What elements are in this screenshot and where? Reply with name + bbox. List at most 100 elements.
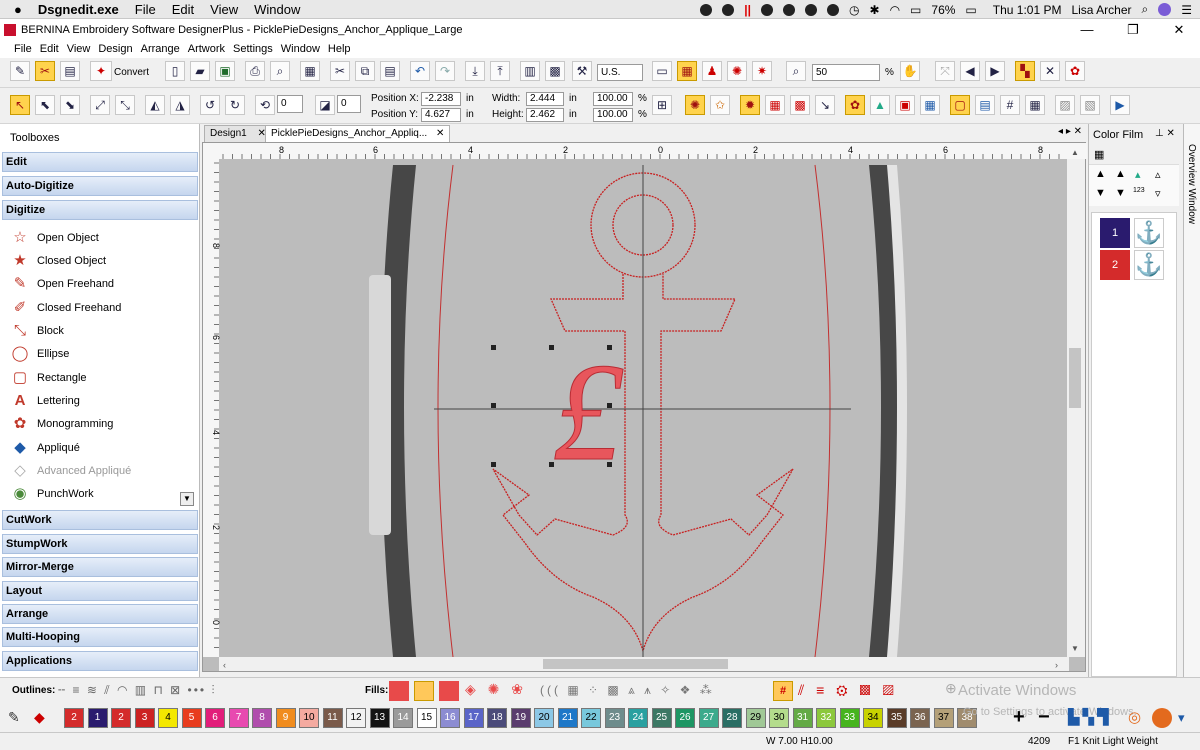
redraw-icon[interactable]: ✷	[752, 61, 772, 81]
palette-swatch[interactable]: 31	[792, 708, 813, 728]
expand-toolbox-icon[interactable]: ▼	[180, 492, 194, 506]
zoom-icon[interactable]: ⌕	[786, 61, 806, 81]
palette-swatch[interactable]: 13	[369, 708, 390, 728]
move-up-icon[interactable]: ▲	[1115, 168, 1126, 180]
siri-icon[interactable]	[1158, 3, 1172, 16]
palette-swatch[interactable]: 32	[816, 708, 836, 728]
scale-width-input[interactable]: 100.00	[593, 92, 633, 106]
resize-proportional-icon[interactable]: ⤡	[115, 95, 135, 115]
position-x-input[interactable]: -2.238	[421, 92, 461, 106]
close-button[interactable]: ✕	[1162, 19, 1196, 40]
design-canvas[interactable]: 8 6 4 2 0 2 4 6 8 8 6 4 2 0 £ ▲ ▼ ‹ ›	[202, 142, 1087, 672]
palette-swatch[interactable]: 11	[322, 708, 343, 728]
print-icon[interactable]: ⎙	[245, 61, 265, 81]
palette-swatch[interactable]: 6	[205, 708, 225, 728]
artwork-canvas-icon[interactable]: ✎	[10, 61, 30, 81]
tool-advanced-applique[interactable]: ◇ Advanced Appliqué	[10, 461, 131, 481]
palette-swatch[interactable]: 9	[275, 708, 296, 728]
tab-anchor-design[interactable]: PicklePieDesigns_Anchor_Appliq... ✕	[265, 125, 451, 142]
remove-color-icon[interactable]: −	[1038, 706, 1050, 729]
pencil-icon[interactable]: ↘	[815, 95, 835, 115]
film-options-icon[interactable]: ▦	[1094, 148, 1104, 161]
mac-menu-view[interactable]: View	[210, 2, 238, 17]
palette-swatch[interactable]: 36	[910, 708, 930, 728]
palette-swatch[interactable]: 15	[416, 708, 437, 728]
scroll-right-icon[interactable]: ›	[1055, 660, 1058, 670]
fill-types-icon[interactable]: ◈ ✺ ❀	[465, 681, 527, 698]
palette-swatch[interactable]: 17	[463, 708, 484, 728]
tool-ellipse[interactable]: ◯ Ellipse	[10, 344, 70, 364]
dropbox-icon[interactable]	[805, 3, 818, 16]
monogram-letter[interactable]: £	[553, 335, 625, 491]
wifi-icon[interactable]: ◠	[890, 3, 900, 17]
status-app-icon[interactable]	[827, 3, 840, 16]
paint-bucket-icon[interactable]: ◆	[34, 709, 45, 726]
stitch-player-icon[interactable]: ♟	[702, 61, 722, 81]
rotate-left-icon[interactable]: ↺	[200, 95, 220, 115]
height-input[interactable]: 2.462	[526, 108, 564, 122]
open-folder-icon[interactable]: ▰	[190, 61, 210, 81]
palette-swatch[interactable]: 25	[651, 708, 672, 728]
handle[interactable]	[549, 345, 554, 350]
anchor-red-icon[interactable]: ⚓	[1134, 250, 1164, 280]
frame-icon[interactable]: ▢	[950, 95, 970, 115]
menu-edit[interactable]: Edit	[40, 43, 59, 55]
border-icon[interactable]: ▣	[895, 95, 915, 115]
clipart-icon[interactable]: ▩	[545, 61, 565, 81]
shapes-icon[interactable]: ▲	[870, 95, 890, 115]
embroidery-canvas-icon[interactable]: ✂	[35, 61, 55, 81]
polygon-select-icon[interactable]: ⬉	[35, 95, 55, 115]
palette-swatch[interactable]: 26	[675, 708, 695, 728]
move-first-icon[interactable]: ▲	[1095, 168, 1106, 180]
copy-icon[interactable]: ⧉	[355, 61, 375, 81]
toolbox-applications[interactable]: Applications	[2, 651, 198, 671]
next-icon[interactable]: ▶	[985, 61, 1005, 81]
auto-scroll-icon[interactable]: ⤧	[935, 61, 955, 81]
creative-cloud-icon[interactable]	[761, 3, 774, 16]
handle[interactable]	[607, 462, 612, 467]
tool-monogramming[interactable]: ✿ Monogramming	[10, 414, 114, 434]
palette-swatch[interactable]: 7	[228, 708, 249, 728]
palette-swatch[interactable]: 8	[252, 708, 272, 728]
menu-window[interactable]: Window	[281, 43, 320, 55]
toolbox-stumpwork[interactable]: StumpWork	[2, 534, 198, 554]
background-icon[interactable]: ▨	[1055, 95, 1075, 115]
menu-view[interactable]: View	[67, 43, 91, 55]
toolbox-digitize[interactable]: Digitize	[2, 200, 198, 220]
palette-swatch[interactable]: 30	[769, 708, 789, 728]
add-color-icon[interactable]: +	[1013, 706, 1025, 729]
palette-swatch[interactable]: 5	[181, 708, 202, 728]
tool-applique[interactable]: ◆ Appliqué	[10, 438, 80, 458]
display-icon[interactable]: ▭	[910, 3, 921, 17]
new-file-icon[interactable]: ▯	[165, 61, 185, 81]
color-blend-icon[interactable]	[1152, 708, 1172, 728]
horizontal-scroll-thumb[interactable]	[543, 659, 728, 669]
palette-swatch[interactable]: 34	[863, 708, 883, 728]
scroll-up-icon[interactable]: ▲	[1071, 148, 1079, 157]
palette-menu-icon[interactable]: ▾	[1178, 710, 1185, 726]
insert-design-icon[interactable]: ⤓	[465, 61, 485, 81]
handle[interactable]	[607, 403, 612, 408]
scroll-left-icon[interactable]: ‹	[223, 660, 226, 670]
move-down-icon[interactable]: ▼	[1115, 187, 1126, 199]
table-icon[interactable]: ▤	[975, 95, 995, 115]
slant-angle-input[interactable]: 0	[337, 95, 361, 113]
palette-swatch[interactable]: 3	[134, 708, 155, 728]
user-name[interactable]: Lisa Archer	[1071, 3, 1131, 17]
undo-icon[interactable]: ↶	[410, 61, 430, 81]
palette-swatch[interactable]: 16	[440, 708, 460, 728]
tool-closed-object[interactable]: ★ Closed Object	[10, 251, 106, 271]
export-machine-icon[interactable]: ▦	[300, 61, 320, 81]
zoom-input[interactable]: 50	[812, 64, 880, 81]
outline-types-icon[interactable]: ╌ ≡ ≋ ⫽ ◠ ▥ ⊓ ⊠ ••• ⫶	[58, 683, 216, 698]
scroll-down-icon[interactable]: ▼	[1071, 644, 1079, 653]
vertical-scroll-thumb[interactable]	[1069, 348, 1081, 408]
slant-icon[interactable]: ◪	[315, 95, 335, 115]
palette-swatch[interactable]: 21	[557, 708, 578, 728]
rotate-icon[interactable]: ⟲	[255, 95, 275, 115]
palette-swatch[interactable]: 23	[604, 708, 625, 728]
stamp-icon[interactable]: ✿	[845, 95, 865, 115]
width-input[interactable]: 2.444	[526, 92, 564, 106]
menu-artwork[interactable]: Artwork	[188, 43, 225, 55]
fabric-icon[interactable]: ▧	[1080, 95, 1100, 115]
